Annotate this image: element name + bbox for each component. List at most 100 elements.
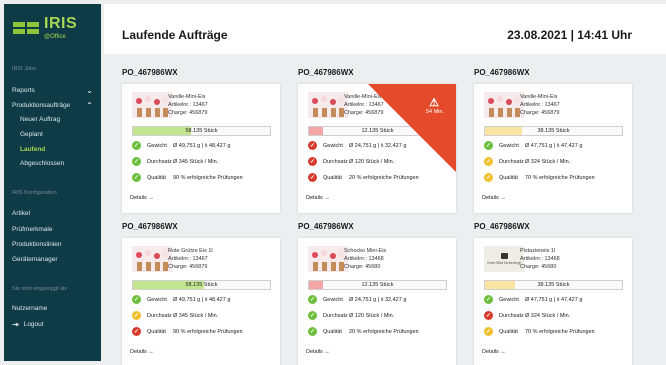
nav-production-orders-label: Produktionsaufträge	[12, 102, 71, 109]
metric-row: ✓ Gewicht Ø 49,751 g | x̄ 48,427 g	[132, 295, 230, 304]
order-number: PO_467986WX	[298, 222, 354, 231]
details-link[interactable]: Details →	[482, 195, 506, 201]
metric-label: Gewicht	[499, 142, 519, 149]
ice-cream-scoop	[497, 96, 503, 102]
logout-icon: ⇥	[12, 320, 19, 329]
nav-features[interactable]: Prüfmerkmale	[12, 226, 93, 233]
metric-value: 90 % erfolgreiche Prüfungen	[173, 328, 243, 335]
metric-value: 70 % erfolgreiche Prüfungen	[525, 174, 595, 181]
metric-label: Gewicht	[147, 142, 167, 149]
product-image	[132, 92, 172, 118]
product-name: Vanille-Mini-Eis	[168, 94, 206, 100]
details-link[interactable]: Details →	[306, 349, 330, 355]
nav-planned[interactable]: Geplant	[20, 131, 93, 138]
ice-cream-scoop	[312, 98, 318, 104]
order-card[interactable]: Vanille-Mini-Eis Artikelnr.: 13467 Charge:…	[122, 84, 280, 213]
metric-row: ✓ Gewicht Ø 24,751 g | x̄ 32,427 g	[308, 295, 406, 304]
product-info: Schocko Mini-Eis Artikelnr.: 13468 Charge:…	[344, 247, 386, 271]
section-label-config: IRIS Konfiguration	[12, 190, 57, 196]
order-card[interactable]: Vanille-Mini-Eis Artikelnr.: 13467 Charge:…	[474, 84, 632, 213]
product-info: Vanille-Mini-Eis Artikelnr.: 13467 Charge:…	[520, 93, 560, 117]
batch-number: Charge: 456879	[168, 110, 208, 116]
order-card[interactable]: Schocko Mini-Eis Artikelnr.: 13468 Charge:…	[298, 238, 456, 365]
details-link[interactable]: Details →	[130, 195, 154, 201]
section-label-jobs: IRIS Jobs	[12, 66, 36, 72]
ice-cream-cone	[137, 262, 142, 271]
metric-row: ✓ Durchsatz Ø 345 Stück / Min.	[132, 311, 218, 320]
nav-devices[interactable]: Gerätemanager	[12, 256, 93, 263]
ice-cream-cone	[498, 108, 503, 117]
nav-new-order[interactable]: Neuer Auftrag	[20, 116, 93, 123]
ice-cream-cone	[313, 108, 318, 117]
quantity-progress-bar: 12.135 Stück	[308, 280, 447, 290]
ice-cream-scoop	[506, 99, 512, 105]
nav-lines[interactable]: Produktionslinien	[12, 241, 93, 248]
metric-label: Durchsatz	[499, 312, 524, 319]
metric-row: ✓ Gewicht Ø 47,751 g | x̄ 47,427 g	[484, 295, 582, 304]
details-link[interactable]: Details →	[306, 195, 330, 201]
logo-subtitle: @Office	[44, 34, 66, 40]
metric-label: Qualität	[147, 174, 166, 181]
order-card[interactable]: Rote Grütze Eis 1l Artikelnr.: 13467 Charg…	[122, 238, 280, 365]
no-image-box: Kein Bild hinterlegt	[484, 246, 524, 272]
metric-value: Ø 345 Stück / Min.	[173, 312, 219, 319]
metric-label: Qualität	[323, 174, 342, 181]
batch-number: Charge: 45680	[520, 264, 557, 270]
metric-value: Ø 24,751 g | x̄ 32,427 g	[349, 296, 407, 303]
product-image	[132, 246, 172, 272]
ice-cream-scoop	[136, 98, 142, 104]
logout-button[interactable]: ⇥ Logout	[12, 320, 93, 329]
product-image	[484, 92, 524, 118]
details-link[interactable]: Details →	[482, 349, 506, 355]
header-datetime: 23.08.2021 | 14:41 Uhr	[507, 28, 632, 42]
article-number: Artikelnr.: 13468	[520, 256, 560, 262]
product-info: Vanille-Mini-Eis Artikelnr.: 13467 Charge:…	[168, 93, 208, 117]
iris-logo[interactable]: IRIS @Office	[13, 14, 77, 42]
nav-finished[interactable]: Abgeschlossen	[20, 160, 93, 167]
product-image	[308, 246, 348, 272]
order-number: PO_467986WX	[122, 68, 178, 77]
status-ok-icon: ✓	[132, 295, 141, 304]
order-number: PO_467986WX	[122, 222, 178, 231]
logged-in-label: Sie sind eingeloggt als	[12, 286, 68, 292]
metric-label: Gewicht	[323, 142, 343, 149]
nav-articles[interactable]: Artikel	[12, 210, 93, 217]
quantity-progress-bar: 58.135 Stück	[132, 126, 271, 136]
product-name: Vanille-Mini-Eis	[520, 94, 558, 100]
ice-cream-cone	[146, 108, 151, 117]
order-card[interactable]: Vanille-Mini-Eis Artikelnr.: 13467 Charge:…	[298, 84, 456, 213]
nav-reports[interactable]: Reports ⌄	[12, 86, 93, 95]
metric-value: Ø 345 Stück / Min.	[173, 158, 219, 165]
nav-production-orders[interactable]: Produktionsaufträge ⌃	[12, 101, 93, 110]
metric-label: Durchsatz	[147, 158, 172, 165]
product-image	[308, 92, 348, 118]
metric-row: ✓ Qualität 20 % erfolgreiche Prüfungen	[308, 327, 419, 336]
ice-cream-cone	[331, 108, 336, 117]
chevron-down-icon: ⌄	[86, 86, 93, 95]
metric-label: Qualität	[499, 328, 518, 335]
sidebar: IRIS @Office IRIS Jobs Reports ⌄ Produkt…	[4, 4, 101, 361]
metric-label: Durchsatz	[323, 312, 348, 319]
product-name: Rote Grütze Eis 1l	[168, 248, 213, 254]
order-card[interactable]: Kein Bild hinterlegt Pistazieneis 1l Artik…	[474, 238, 632, 365]
metric-label: Qualität	[147, 328, 166, 335]
ice-cream-cone	[313, 262, 318, 271]
metric-value: Ø 49,751 g | x̄ 48,427 g	[173, 142, 231, 149]
ice-cream-cone	[322, 262, 327, 271]
status-ok-icon: ✓	[132, 157, 141, 166]
details-link[interactable]: Details →	[130, 349, 154, 355]
status-warn-icon: ✓	[484, 173, 493, 182]
ice-cream-scoop	[321, 96, 327, 102]
article-number: Artikelnr.: 13467	[520, 102, 560, 108]
metric-label: Qualität	[499, 174, 518, 181]
ice-cream-cone	[146, 262, 151, 271]
metric-row: ✓ Qualität 90 % erfolgreiche Prüfungen	[132, 173, 243, 182]
warning-icon: ⚠	[429, 97, 439, 109]
metric-row: ✓ Durchsatz Ø 120 Stück / Min.	[308, 311, 394, 320]
logo-title: IRIS	[44, 15, 78, 32]
status-warn-icon: ✓	[484, 327, 493, 336]
status-ok-icon: ✓	[308, 311, 317, 320]
no-image-placeholder: Kein Bild hinterlegt	[484, 246, 524, 272]
metric-row: ✓ Gewicht Ø 47,751 g | x̄ 47,427 g	[484, 141, 582, 150]
nav-running[interactable]: Laufend	[20, 146, 93, 153]
